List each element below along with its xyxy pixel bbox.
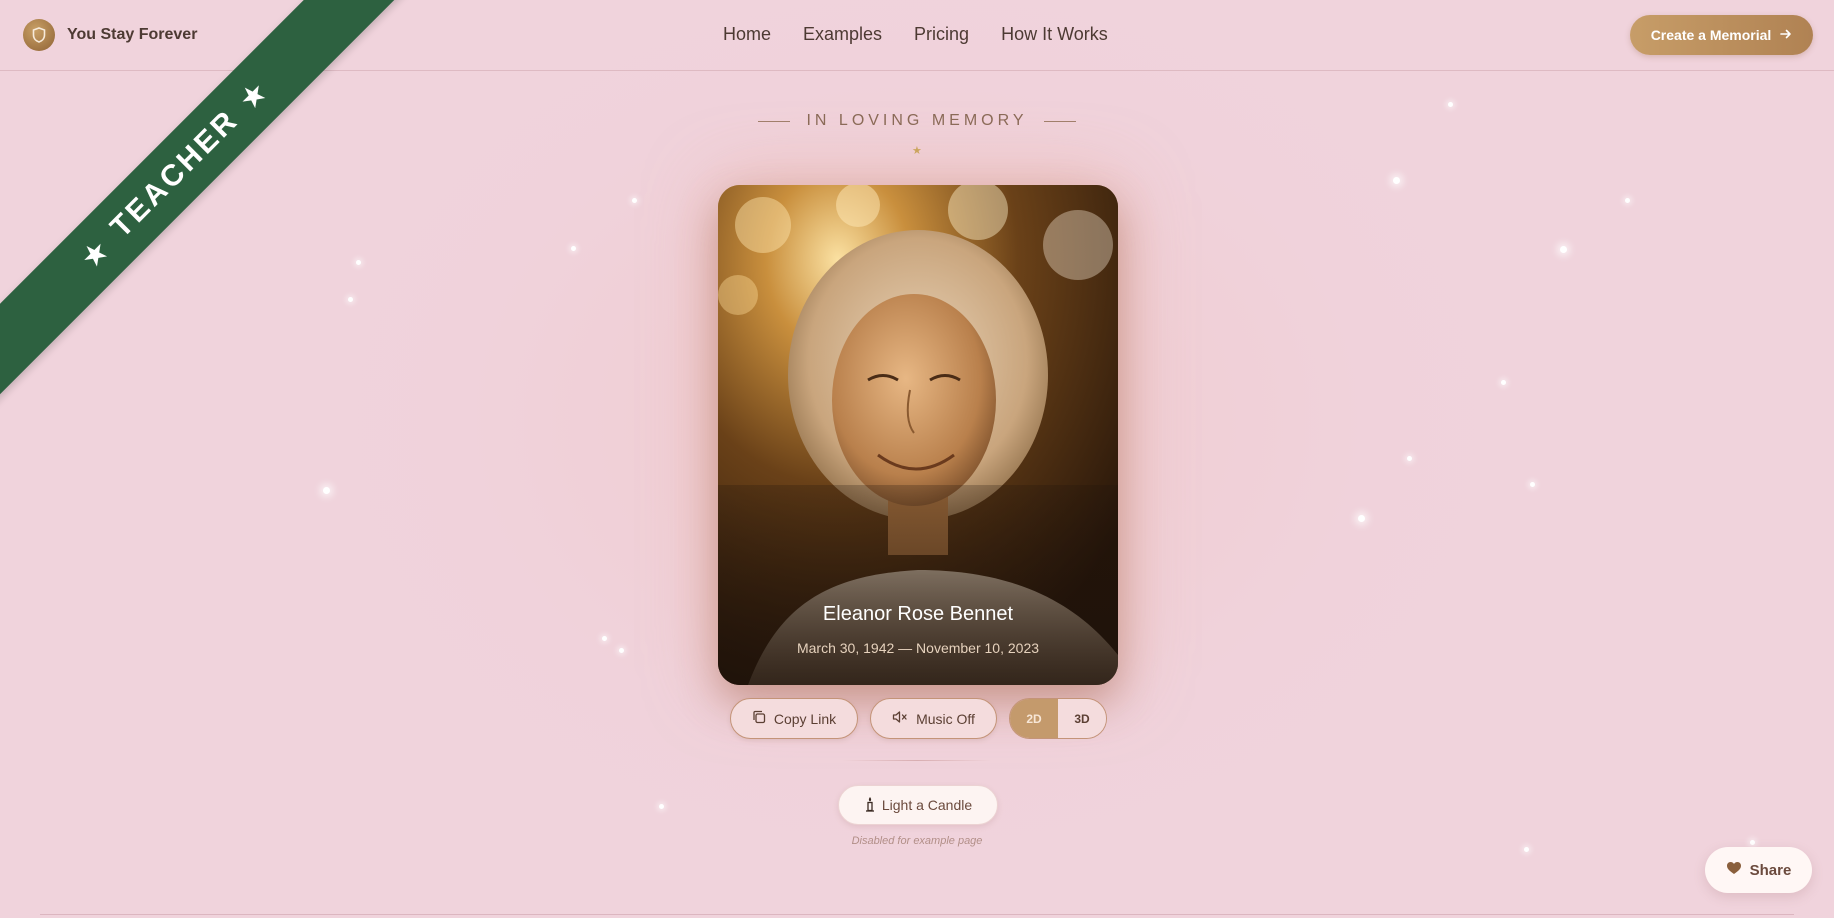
heading-text: IN LOVING MEMORY (806, 112, 1028, 129)
shield-icon (23, 19, 55, 51)
sparkle (1358, 515, 1365, 522)
sparkle (356, 260, 361, 265)
arrow-right-icon (1780, 27, 1792, 43)
nav-how-it-works[interactable]: How It Works (1001, 24, 1108, 45)
footer-divider (40, 914, 1794, 915)
heart-icon (1726, 861, 1742, 879)
brand[interactable]: You Stay Forever (23, 19, 197, 51)
main-nav: Home Examples Pricing How It Works (723, 24, 1108, 45)
star-icon: ★ (231, 72, 277, 118)
speaker-muted-icon (892, 710, 908, 727)
sparkle (1625, 198, 1630, 203)
sparkle (1448, 102, 1453, 107)
sparkle (619, 648, 624, 653)
light-candle-label: Light a Candle (881, 797, 973, 813)
star-icon: ★ (912, 145, 922, 157)
nav-examples[interactable]: Examples (803, 24, 882, 45)
share-label: Share (1749, 861, 1792, 879)
create-memorial-label: Create a Memorial (1650, 27, 1772, 43)
sparkle (571, 246, 576, 251)
nav-home[interactable]: Home (723, 24, 771, 45)
share-button[interactable]: Share (1705, 847, 1812, 893)
sparkle (1524, 847, 1529, 852)
sparkle (632, 198, 637, 203)
candle-icon (864, 796, 876, 815)
sparkle (1560, 246, 1567, 253)
sparkle (1501, 380, 1506, 385)
nav-pricing[interactable]: Pricing (914, 24, 969, 45)
memorial-name: Eleanor Rose Bennet (822, 603, 1014, 625)
sparkle (323, 487, 330, 494)
copy-link-label: Copy Link (773, 710, 837, 727)
view-2d-option[interactable]: 2D (1010, 699, 1058, 738)
sparkle (1407, 456, 1412, 461)
heading-divider (758, 120, 791, 122)
section-divider (842, 760, 992, 761)
copy-icon (752, 710, 766, 727)
view-3d-option[interactable]: 3D (1058, 699, 1106, 738)
music-toggle-button[interactable]: Music Off (870, 698, 997, 739)
brand-name: You Stay Forever (67, 26, 198, 43)
create-memorial-button[interactable]: Create a Memorial (1630, 15, 1813, 55)
copy-link-button[interactable]: Copy Link (730, 698, 858, 739)
in-loving-memory-heading: IN LOVING MEMORY (0, 112, 1834, 130)
candle-disabled-note: Disabled for example page (851, 835, 983, 847)
sparkle (1530, 482, 1535, 487)
sparkle (602, 636, 607, 641)
view-mode-toggle: 2D 3D (1009, 698, 1107, 739)
sparkle (348, 297, 353, 302)
sparkle (659, 804, 664, 809)
light-candle-button[interactable]: Light a Candle (838, 785, 998, 825)
site-header: You Stay Forever Home Examples Pricing H… (0, 0, 1834, 71)
heading-divider (1043, 120, 1076, 122)
sparkle (1393, 177, 1400, 184)
memorial-card[interactable]: Eleanor Rose Bennet March 30, 1942 — Nov… (718, 185, 1118, 685)
music-label: Music Off (916, 710, 975, 727)
star-icon: ★ (73, 230, 119, 276)
memorial-dates: March 30, 1942 — November 10, 2023 (796, 640, 1040, 656)
